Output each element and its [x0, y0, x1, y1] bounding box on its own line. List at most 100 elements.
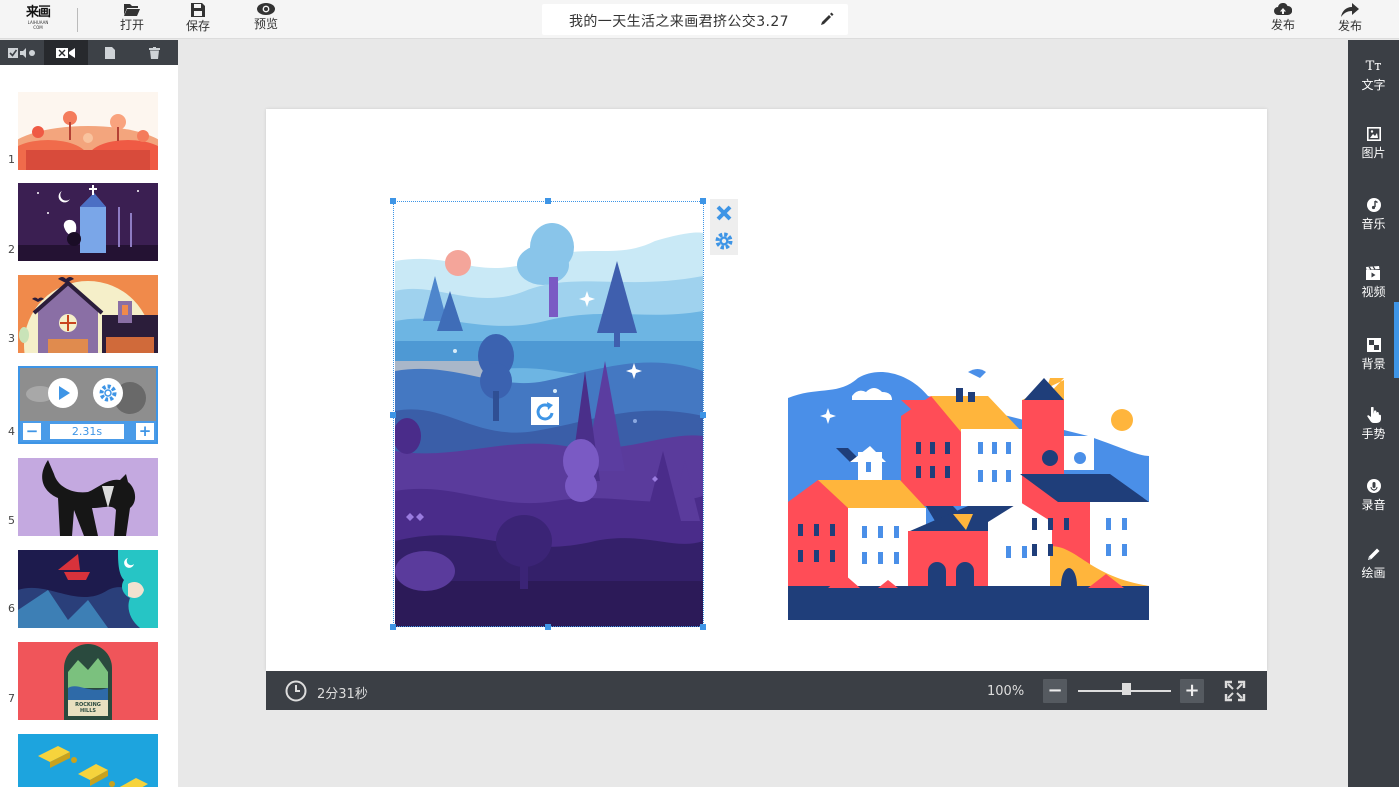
hand-icon	[1366, 407, 1381, 423]
zoom-out-button[interactable]: −	[1043, 679, 1067, 703]
video-icon	[1366, 266, 1380, 280]
publish-label: 发布	[1270, 18, 1295, 32]
top-toolbar: 来画 LAIHUAAN COM 打开 保存 预览 我的一天生活之来画君挤公交3.…	[0, 0, 1399, 39]
sidebar-item-label: 背景	[1361, 357, 1386, 371]
music-icon	[1366, 198, 1381, 212]
clock-icon	[285, 680, 307, 702]
preview-label: 预览	[253, 17, 278, 31]
colorful-town-illustration[interactable]	[788, 366, 1149, 620]
scene-thumbnail[interactable]: ROCKING HILLS	[18, 642, 158, 720]
close-icon[interactable]	[714, 203, 734, 223]
sidebar-item-music[interactable]: 音乐	[1348, 196, 1399, 232]
zoom-in-button[interactable]: +	[1180, 679, 1204, 703]
background-icon	[1366, 338, 1381, 352]
sidebar-item-draw[interactable]: 绘画	[1348, 545, 1399, 581]
checkbox-volume-icon	[8, 47, 35, 58]
trash-icon	[148, 46, 160, 59]
sidebar-item-label: 文字	[1361, 78, 1386, 92]
open-button[interactable]: 打开	[112, 3, 152, 33]
zoom-level: 100%	[987, 684, 1025, 699]
scene-thumbnail[interactable]	[18, 275, 158, 353]
ship-and-woman-image	[18, 550, 158, 628]
scene-thumbnail[interactable]	[18, 92, 158, 170]
cloud-upload-icon	[1274, 3, 1292, 15]
sidebar-item-label: 音乐	[1361, 217, 1386, 231]
duration-increase-button[interactable]: +	[136, 423, 154, 440]
scene-thumbnail[interactable]	[18, 458, 158, 536]
scene-tool-strip	[0, 40, 178, 65]
scene-number: 1	[8, 153, 15, 166]
sidebar-item-video[interactable]: 视频	[1348, 264, 1399, 300]
resize-handle[interactable]	[390, 198, 396, 204]
edit-pencil-icon[interactable]	[820, 12, 834, 26]
zoom-slider-thumb[interactable]	[1122, 683, 1131, 695]
save-button[interactable]: 保存	[178, 3, 218, 34]
image-icon	[1366, 127, 1381, 141]
scene-number: 4	[8, 425, 15, 438]
app-logo[interactable]: 来画 LAIHUAAN COM	[20, 6, 56, 34]
scene-number: 5	[8, 514, 15, 527]
preview-button[interactable]: 预览	[246, 3, 286, 32]
sidebar-item-label: 绘画	[1361, 566, 1386, 580]
text-icon: Tт	[1365, 58, 1382, 74]
scene-number: 6	[8, 602, 15, 615]
scene-thumbnail[interactable]	[18, 550, 158, 628]
resize-handle[interactable]	[700, 412, 706, 418]
video-camera-icon	[56, 47, 75, 58]
logo-text: 来画	[25, 5, 51, 20]
black-cat-image	[18, 458, 158, 536]
scene-thumbnail-selected[interactable]: − 2.31s +	[18, 366, 158, 444]
logo-domain: COM	[33, 25, 43, 30]
select-all-toggle[interactable]	[0, 40, 44, 65]
sidebar-item-label: 图片	[1361, 146, 1386, 160]
transition-toggle[interactable]	[44, 40, 88, 65]
resize-handle[interactable]	[390, 412, 396, 418]
duration-input[interactable]: 2.31s	[50, 424, 124, 439]
open-label: 打开	[119, 18, 144, 32]
gear-icon[interactable]	[714, 231, 734, 251]
eye-icon	[257, 3, 275, 15]
publish-cloud-button[interactable]: 发布	[1263, 3, 1303, 33]
microphone-icon	[1366, 479, 1381, 493]
pen-icon	[1367, 548, 1379, 560]
element-tools	[710, 199, 738, 255]
total-duration: 2分31秒	[317, 687, 368, 702]
resize-handle[interactable]	[700, 198, 706, 204]
sidebar-item-label: 录音	[1361, 498, 1386, 512]
publish-label: 发布	[1337, 19, 1362, 33]
scene-number: 3	[8, 332, 15, 345]
resize-handle[interactable]	[390, 624, 396, 630]
haunted-house-image	[18, 275, 158, 353]
scene-thumbnail[interactable]	[18, 734, 158, 787]
scene-number: 2	[8, 243, 15, 256]
delete-scene-button[interactable]	[132, 40, 176, 65]
autumn-forest-image	[18, 92, 158, 170]
sidebar-item-background[interactable]: 背景	[1348, 336, 1399, 372]
save-label: 保存	[185, 19, 210, 33]
scene-thumbnail[interactable]	[18, 183, 158, 261]
sidebar-item-label: 手势	[1361, 427, 1386, 441]
resize-handle[interactable]	[545, 624, 551, 630]
document-title[interactable]: 我的一天生活之来画君挤公交3.27	[542, 4, 848, 35]
scene-list: 1 2 3 4 − 2.31s + 5 6 7 ROCKING HILLS	[0, 65, 178, 787]
copy-scene-button[interactable]	[88, 40, 132, 65]
resize-handle[interactable]	[700, 624, 706, 630]
sidebar-item-image[interactable]: 图片	[1348, 125, 1399, 161]
timeline-bar: 2分31秒 100% − +	[266, 671, 1267, 710]
fullscreen-icon[interactable]	[1224, 680, 1246, 702]
badge-caption: ROCKING HILLS	[75, 702, 101, 714]
scene-settings-icon[interactable]	[93, 378, 123, 408]
folder-icon	[124, 4, 140, 16]
resize-handle[interactable]	[545, 198, 551, 204]
sidebar-item-text[interactable]: Tт 文字	[1348, 57, 1399, 93]
duration-decrease-button[interactable]: −	[23, 423, 41, 440]
isometric-letters-image	[18, 734, 158, 787]
sidebar-item-record[interactable]: 录音	[1348, 477, 1399, 513]
document-title-text: 我的一天生活之来画君挤公交3.27	[569, 14, 789, 30]
play-icon[interactable]	[48, 378, 78, 408]
sidebar-item-label: 视频	[1361, 285, 1386, 299]
sidebar-item-gesture[interactable]: 手势	[1348, 406, 1399, 442]
publish-share-button[interactable]: 发布	[1330, 3, 1370, 34]
toolbar-divider	[77, 8, 78, 32]
rotate-icon[interactable]	[531, 397, 559, 425]
